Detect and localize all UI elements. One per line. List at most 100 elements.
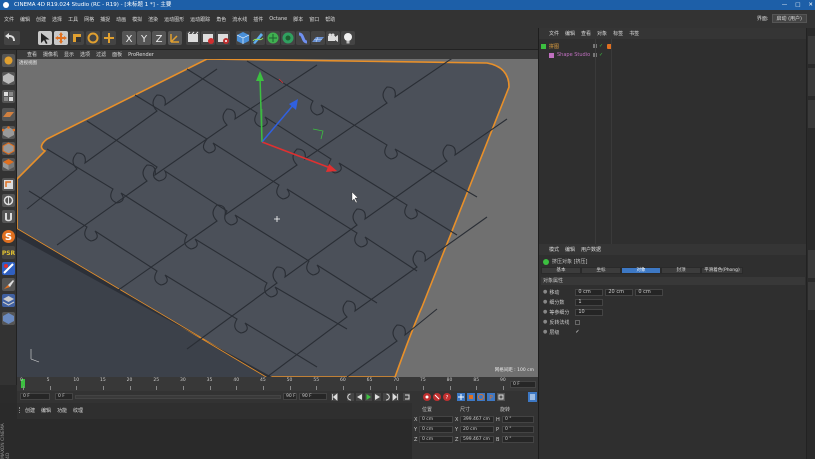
- movement-y-field[interactable]: 20 cm: [605, 288, 634, 296]
- current-frame-field[interactable]: 0 F: [20, 393, 50, 400]
- attribute-menu-item-2[interactable]: 用户数据: [581, 246, 601, 253]
- light-object-icon[interactable]: [341, 31, 355, 45]
- max-frame-field[interactable]: 90 F: [299, 393, 327, 400]
- menu-item-11[interactable]: 运动跟踪: [190, 16, 210, 23]
- visible-check-icon[interactable]: ✓: [599, 43, 603, 49]
- tab-phong[interactable]: 平滑着色(Phong): [701, 267, 743, 274]
- undo-button[interactable]: [4, 31, 20, 45]
- size-y-field[interactable]: 20 cm: [460, 426, 494, 433]
- menu-item-8[interactable]: 模拟: [132, 16, 142, 23]
- menu-item-18[interactable]: 帮助: [325, 16, 335, 23]
- minimize-button[interactable]: —: [782, 0, 788, 10]
- layout-selector[interactable]: 界面: 启动 (用户): [757, 14, 807, 23]
- flip-normals-checkbox[interactable]: [575, 319, 581, 325]
- panel-grip-icon[interactable]: [19, 407, 23, 413]
- menu-item-1[interactable]: 编辑: [20, 16, 30, 23]
- rotate-tool-button[interactable]: [86, 31, 100, 45]
- object-manager-menu-item-1[interactable]: 编辑: [565, 30, 575, 37]
- object-name[interactable]: 拼图: [549, 43, 559, 50]
- frame-range-slider[interactable]: [75, 395, 281, 399]
- object-manager-menu-item-3[interactable]: 对象: [597, 30, 607, 37]
- menu-item-17[interactable]: 窗口: [309, 16, 319, 23]
- menu-item-0[interactable]: 文件: [4, 16, 14, 23]
- side-tab-structure[interactable]: [808, 100, 815, 128]
- menu-item-3[interactable]: 选择: [52, 16, 62, 23]
- object-name[interactable]: Shape Studio: [557, 52, 590, 58]
- points-mode-button[interactable]: [1, 126, 16, 139]
- menu-item-9[interactable]: 渲染: [148, 16, 158, 23]
- layout-dropdown[interactable]: 启动 (用户): [771, 14, 807, 23]
- movement-x-field[interactable]: 0 cm: [575, 288, 604, 296]
- menu-item-5[interactable]: 网格: [84, 16, 94, 23]
- array-icon[interactable]: [281, 31, 295, 45]
- subdivision-surface-icon[interactable]: [266, 31, 280, 45]
- position-x-field[interactable]: 0 cm: [419, 416, 453, 423]
- attribute-menu-item-1[interactable]: 编辑: [565, 246, 575, 253]
- isoparm-field[interactable]: 10: [575, 308, 604, 316]
- deformer-icon[interactable]: [296, 31, 310, 45]
- menu-item-7[interactable]: 动画: [116, 16, 126, 23]
- side-tab-attributes[interactable]: [808, 250, 815, 278]
- side-tab-layers[interactable]: [808, 282, 815, 310]
- render-picture-viewer-button[interactable]: [201, 31, 215, 45]
- close-button[interactable]: ✕: [808, 0, 813, 10]
- enable-axis-button[interactable]: [2, 178, 15, 191]
- octane-s-icon[interactable]: S: [2, 230, 15, 243]
- material-area[interactable]: [17, 419, 412, 459]
- object-manager-menu-item-0[interactable]: 文件: [549, 30, 559, 37]
- coordinate-system-button[interactable]: [168, 31, 182, 45]
- z-axis-lock-button[interactable]: Z: [152, 31, 166, 45]
- object-manager-menu-item-5[interactable]: 书签: [629, 30, 639, 37]
- start-frame-field[interactable]: 0 F: [55, 393, 73, 400]
- viewport-menu-item-5[interactable]: 面板: [112, 51, 122, 58]
- material-menu-texture[interactable]: 纹理: [73, 407, 83, 414]
- plugin-tool-icon[interactable]: [2, 262, 15, 275]
- layer-icon[interactable]: [2, 294, 15, 307]
- visible-check-icon[interactable]: ✓: [599, 52, 603, 58]
- rotation-b-field[interactable]: 0 °: [502, 436, 534, 443]
- camera-object-icon[interactable]: [326, 31, 340, 45]
- viewport-menu-item-0[interactable]: 查看: [27, 51, 37, 58]
- material-menu-create[interactable]: 创建: [25, 407, 35, 414]
- object-manager-menu-item-2[interactable]: 查看: [581, 30, 591, 37]
- viewport-menu-item-3[interactable]: 选项: [80, 51, 90, 58]
- tab-basic[interactable]: 基本: [541, 267, 581, 274]
- rotation-h-field[interactable]: 0 °: [502, 416, 534, 423]
- pen-spline-icon[interactable]: [251, 31, 265, 45]
- texture-mode-button[interactable]: [2, 90, 15, 103]
- tab-caps[interactable]: 封顶: [661, 267, 701, 274]
- viewport-scene[interactable]: [17, 59, 538, 377]
- menu-item-2[interactable]: 创建: [36, 16, 46, 23]
- object-row[interactable]: 拼图 ✓: [541, 42, 805, 50]
- viewport-menu-item-1[interactable]: 摄像机: [43, 51, 58, 58]
- menu-item-6[interactable]: 捕捉: [100, 16, 110, 23]
- menu-item-16[interactable]: 脚本: [293, 16, 303, 23]
- side-tab-content-browser[interactable]: [808, 68, 815, 96]
- timeline[interactable]: 0 5 10 15 20 25 30 35 40 45 50 55 60 65 70 75 80 85 90 0 F: [17, 377, 538, 391]
- paint-tool-icon[interactable]: [2, 278, 15, 291]
- edges-mode-button[interactable]: [2, 142, 15, 155]
- material-menu-function[interactable]: 功能: [57, 407, 67, 414]
- cube-object-icon[interactable]: [236, 31, 250, 45]
- render-region-icon[interactable]: [2, 312, 15, 325]
- x-axis-lock-button[interactable]: X: [122, 31, 136, 45]
- select-tool-button[interactable]: [38, 31, 52, 45]
- material-menu-edit[interactable]: 编辑: [41, 407, 51, 414]
- move-tool-button[interactable]: [54, 31, 68, 45]
- movement-z-field[interactable]: 0 cm: [635, 288, 664, 296]
- menu-item-4[interactable]: 工具: [68, 16, 78, 23]
- viewport-menu-item-4[interactable]: 过滤: [96, 51, 106, 58]
- end-frame-field[interactable]: 90 F: [283, 393, 297, 400]
- psr-icon[interactable]: PSR: [2, 246, 16, 259]
- tab-coord[interactable]: 坐标: [581, 267, 621, 274]
- side-tab-objects[interactable]: [808, 36, 815, 64]
- position-z-field[interactable]: 0 cm: [419, 436, 453, 443]
- tweak-mode-button[interactable]: [2, 194, 15, 207]
- workplane-button[interactable]: [2, 108, 15, 121]
- subdivision-field[interactable]: 1: [575, 298, 604, 306]
- position-y-field[interactable]: 0 cm: [419, 426, 453, 433]
- render-settings-button[interactable]: [216, 31, 230, 45]
- size-z-field[interactable]: 599.467 cm: [460, 436, 494, 443]
- menu-item-13[interactable]: 流水线: [232, 16, 247, 23]
- make-editable-button[interactable]: [2, 54, 15, 67]
